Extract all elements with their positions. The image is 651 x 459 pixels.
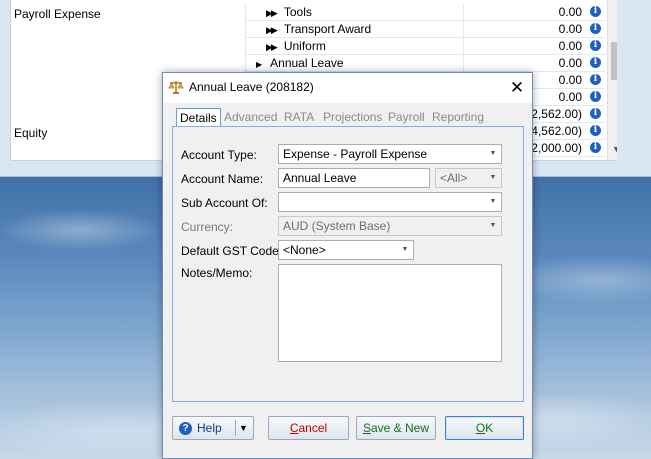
gst-code-select[interactable]: <None> ▼	[278, 240, 414, 260]
save-new-accel: S	[362, 421, 371, 435]
account-type-label: Account Type:	[181, 148, 257, 162]
chevron-down-icon: ▼	[489, 174, 497, 181]
help-icon: ?	[179, 422, 192, 435]
expand-icon[interactable]: ▶▶	[266, 8, 278, 18]
payroll-expense-label: Payroll Expense	[14, 7, 101, 21]
grid-row-name[interactable]: ▶▶ Tools	[245, 4, 463, 21]
save-new-label: ave & New	[370, 421, 430, 435]
annual-leave-dialog: Annual Leave (208182) ✕ Details Advanced…	[162, 72, 533, 459]
help-button[interactable]: ? Help ▼	[172, 416, 254, 440]
split-divider	[235, 420, 236, 436]
info-icon[interactable]: i	[590, 23, 601, 34]
help-label: Help	[197, 421, 222, 435]
grid-row-info[interactable]: i	[587, 21, 605, 38]
chevron-down-icon[interactable]: ▼	[487, 193, 499, 211]
cancel-label: ancel	[298, 421, 328, 435]
gst-code-label: Default GST Code:	[181, 244, 283, 258]
grid-row-info[interactable]: i	[587, 140, 605, 157]
chevron-down-icon[interactable]: ▼	[399, 241, 411, 259]
window-edge	[617, 0, 651, 176]
grid-row-amount: 0.00	[463, 21, 587, 38]
dropdown-arrow-icon[interactable]: ▼	[239, 417, 248, 439]
cancel-button[interactable]: Cancel	[268, 416, 349, 440]
tab-projections[interactable]: Projections	[320, 109, 385, 126]
ok-accel: O	[475, 421, 486, 435]
dialog-title: Annual Leave (208182)	[189, 80, 314, 94]
grid-row-info[interactable]: i	[587, 106, 605, 123]
ok-label: K	[485, 421, 494, 435]
grid-row-name[interactable]: ▶▶ Transport Award	[245, 21, 463, 38]
tab-rata[interactable]: RATA	[281, 109, 317, 126]
expand-icon[interactable]: ▶	[256, 60, 262, 69]
chevron-down-icon[interactable]: ▼	[487, 145, 499, 163]
info-icon[interactable]: i	[590, 57, 601, 68]
save-and-new-button[interactable]: Save & New	[356, 416, 436, 440]
grid-row-info[interactable]: i	[587, 4, 605, 21]
currency-value: AUD (System Base)	[283, 219, 391, 233]
grid-row-amount: 0.00	[463, 38, 587, 55]
grid-row-label: Uniform	[283, 39, 326, 53]
currency-select: AUD (System Base) ▼	[278, 216, 502, 236]
expand-icon[interactable]: ▶▶	[266, 42, 278, 52]
account-type-value: Expense - Payroll Expense	[283, 147, 428, 161]
account-scope-value: <All>	[440, 171, 468, 185]
info-icon[interactable]: i	[590, 108, 601, 119]
grid-row-label: Transport Award	[283, 22, 372, 36]
grid-row-name[interactable]: ▶ Annual Leave	[245, 55, 463, 72]
ok-button[interactable]: OK	[445, 416, 524, 440]
grid-row-info[interactable]: i	[587, 72, 605, 89]
tab-payroll[interactable]: Payroll	[385, 109, 428, 126]
grid-row-amount: 0.00	[463, 4, 587, 21]
info-icon[interactable]: i	[590, 142, 601, 153]
dialog-titlebar[interactable]: Annual Leave (208182) ✕	[163, 73, 532, 103]
info-icon[interactable]: i	[590, 40, 601, 51]
tab-advanced[interactable]: Advanced	[221, 109, 280, 126]
tab-details[interactable]: Details	[176, 108, 221, 128]
grid-row-label: Annual Leave	[270, 56, 344, 70]
currency-label: Currency:	[181, 220, 234, 234]
chevron-down-icon: ▼	[489, 222, 497, 229]
account-type-select[interactable]: Expense - Payroll Expense ▼	[278, 144, 502, 164]
info-icon[interactable]: i	[590, 6, 601, 17]
grid-row-name[interactable]: ▶▶ Uniform	[245, 38, 463, 55]
info-icon[interactable]: i	[590, 74, 601, 85]
equity-label: Equity	[14, 126, 48, 140]
sub-account-label: Sub Account Of:	[181, 196, 268, 210]
grid-row-info[interactable]: i	[587, 89, 605, 106]
tab-reporting[interactable]: Reporting	[429, 109, 487, 126]
gst-code-value: <None>	[283, 243, 326, 257]
sub-account-select[interactable]: ▼	[278, 192, 502, 212]
notes-textarea[interactable]	[278, 264, 502, 362]
grid-row-info[interactable]: i	[587, 38, 605, 55]
grid-row-info[interactable]: i	[587, 55, 605, 72]
close-button[interactable]: ✕	[504, 76, 530, 100]
expand-icon[interactable]: ▶▶	[266, 25, 278, 35]
grid-row-info[interactable]: i	[587, 123, 605, 140]
account-name-label: Account Name:	[181, 172, 264, 186]
account-name-input[interactable]	[278, 168, 430, 188]
details-panel: Account Type: Expense - Payroll Expense …	[172, 126, 524, 402]
info-icon[interactable]: i	[590, 91, 601, 102]
scales-icon	[168, 81, 184, 94]
notes-label: Notes/Memo:	[181, 266, 253, 280]
grid-row-label: Tools	[283, 5, 312, 19]
info-icon[interactable]: i	[590, 125, 601, 136]
account-scope-select: <All> ▼	[435, 168, 502, 188]
grid-row-amount: 0.00	[463, 55, 587, 72]
